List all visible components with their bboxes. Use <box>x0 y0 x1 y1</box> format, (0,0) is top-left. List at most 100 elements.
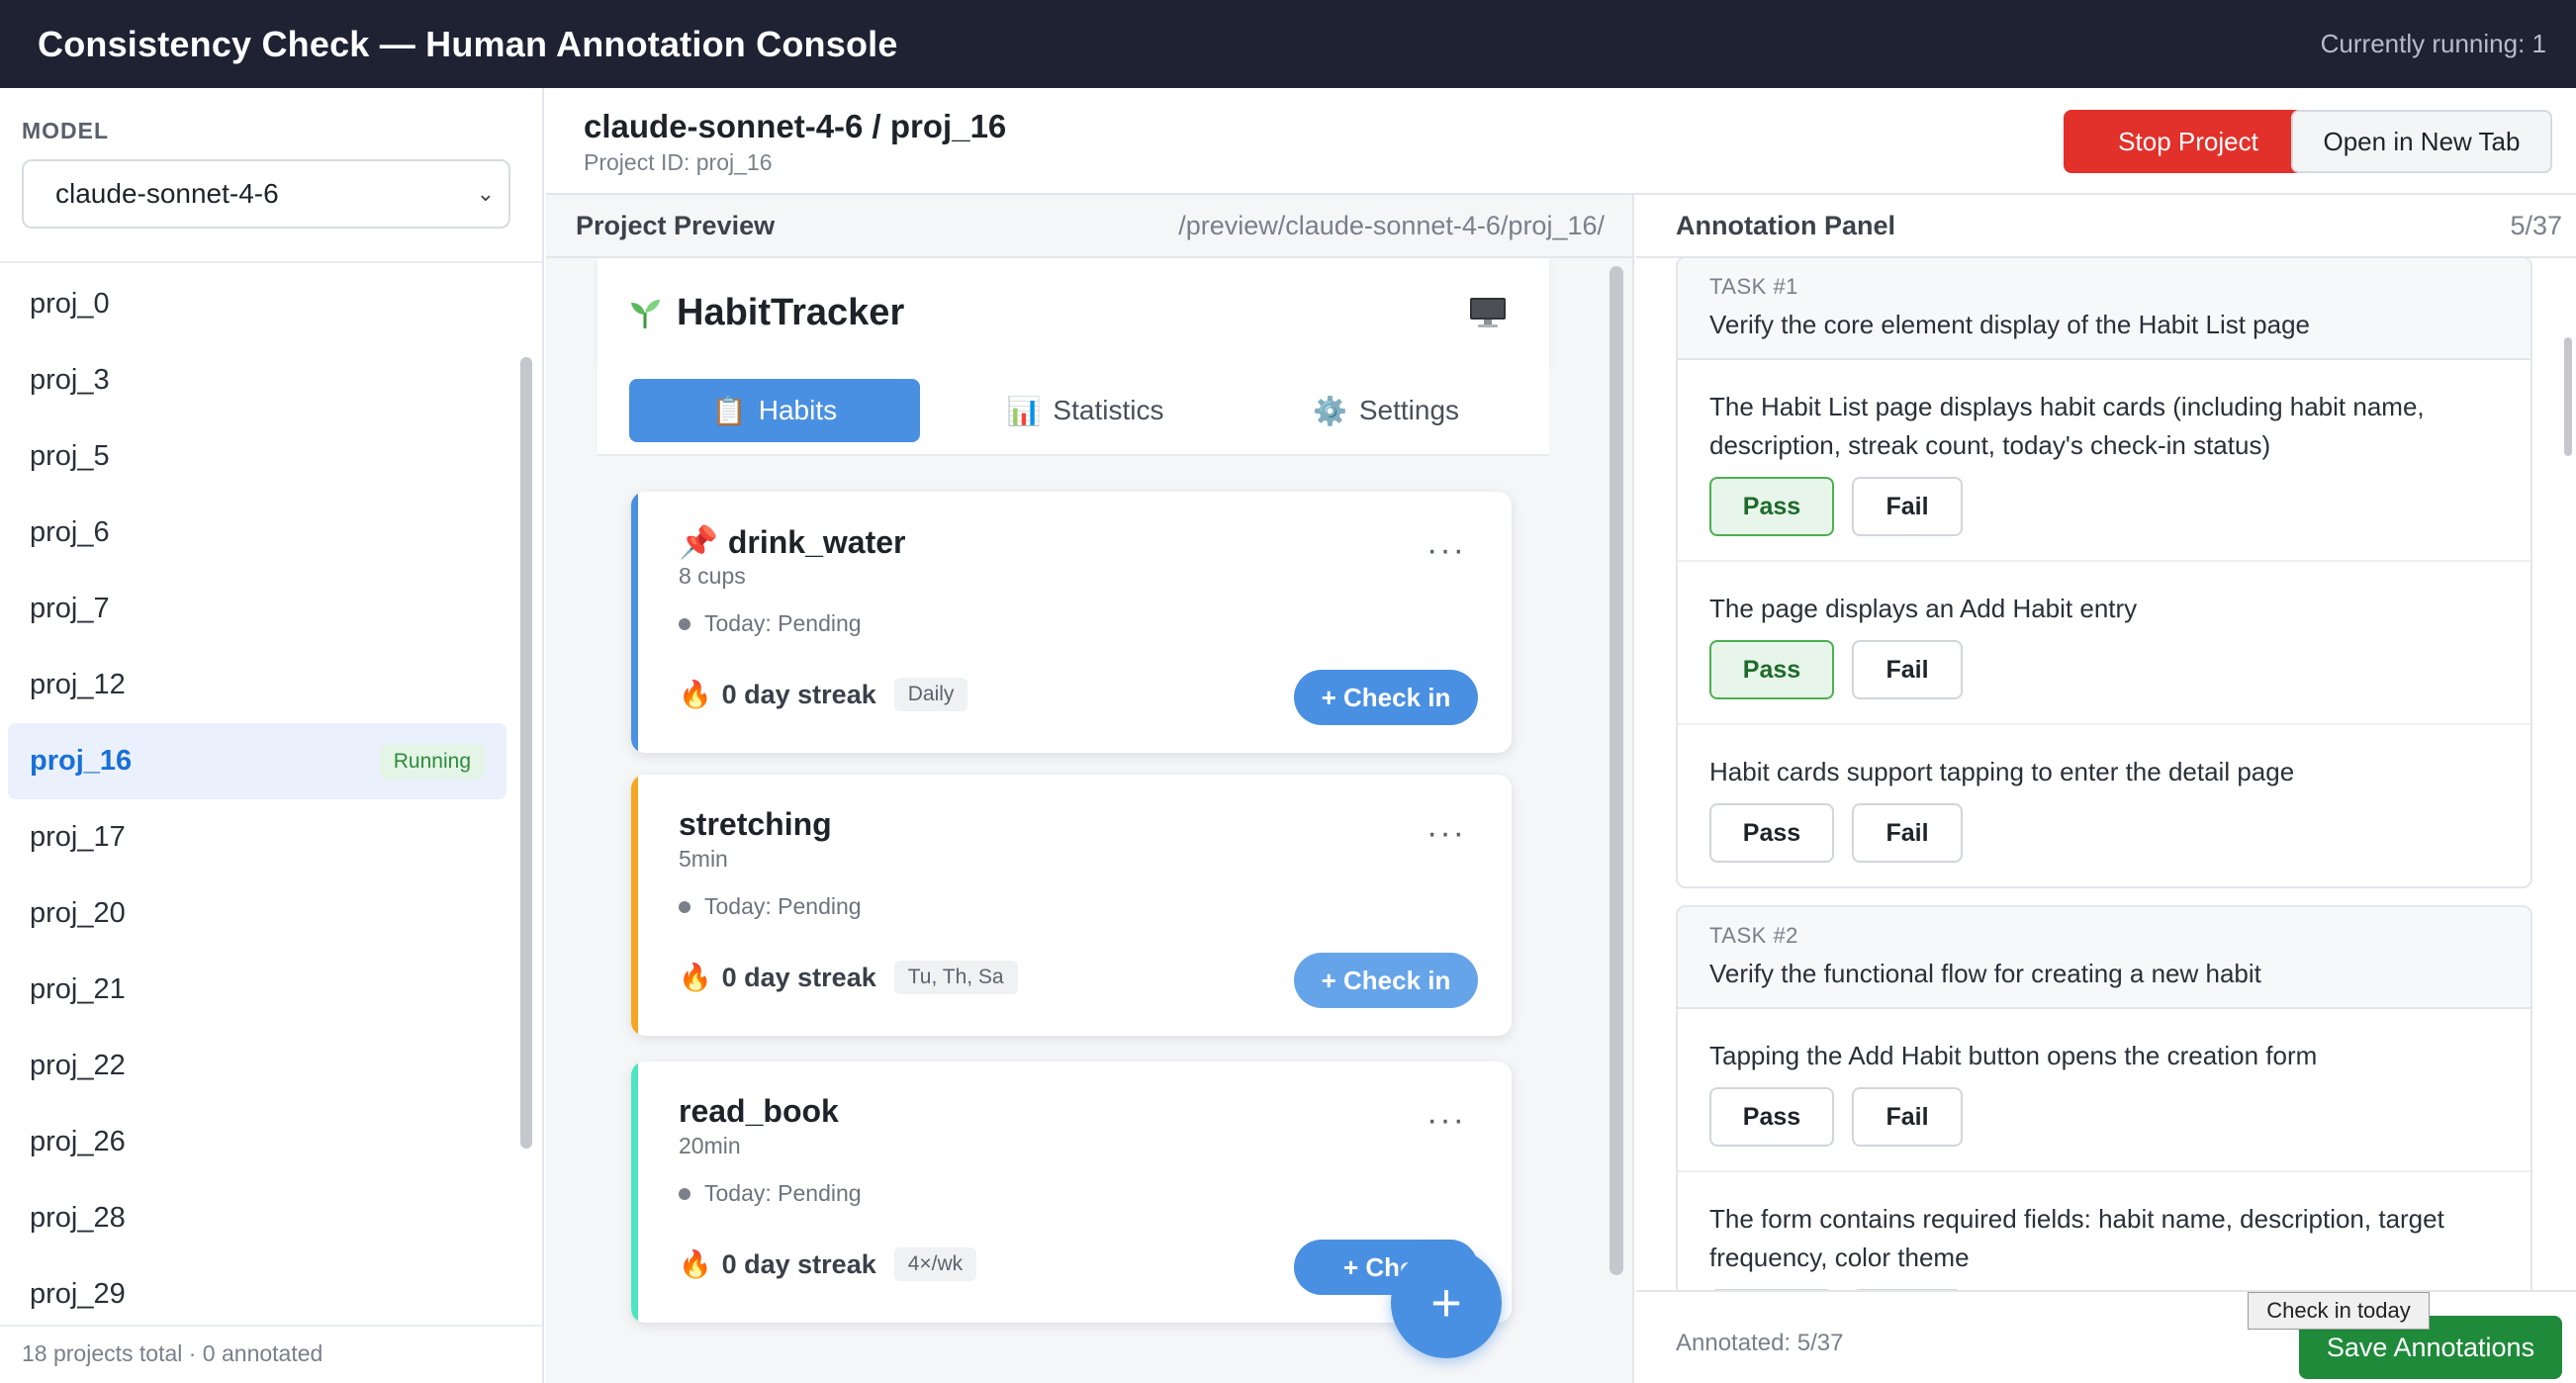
criterion-text: Tapping the Add Habit button opens the c… <box>1709 1041 2318 1070</box>
habit-card[interactable]: read_book 20min Today: Pending 🔥 0 day st… <box>631 1061 1512 1323</box>
more-options-icon[interactable]: ··· <box>1426 1101 1466 1140</box>
tooltip: Check in today <box>2248 1292 2430 1330</box>
habit-description: 20min <box>679 1133 741 1158</box>
more-options-icon[interactable]: ··· <box>1426 814 1466 853</box>
project-list: proj_0 proj_3 proj_5 proj_6 proj_7 proj_… <box>0 266 514 1323</box>
task-title: Verify the core element display of the H… <box>1709 310 2311 339</box>
sprout-icon <box>631 300 660 328</box>
status-dot-icon <box>679 617 690 630</box>
project-item-active[interactable]: proj_16 Running <box>8 723 506 799</box>
sidebar-footer: 18 projects total · 0 annotated <box>0 1325 542 1383</box>
project-item[interactable]: proj_0 <box>8 266 506 342</box>
card-accent-bar <box>631 775 638 1036</box>
app-title: Consistency Check — Human Annotation Con… <box>38 23 898 64</box>
pushpin-icon: 📌 <box>679 524 718 560</box>
project-item[interactable]: proj_22 <box>8 1028 506 1104</box>
task-title: Verify the functional flow for creating … <box>1709 959 2261 988</box>
pass-button[interactable]: Pass <box>1709 1087 1834 1147</box>
habit-app-header: HabitTracker <box>598 258 1549 367</box>
project-item[interactable]: proj_20 <box>8 876 506 952</box>
status-dot-icon <box>679 900 690 913</box>
project-item[interactable]: proj_28 <box>8 1180 506 1256</box>
fire-icon: 🔥 <box>679 963 712 992</box>
habit-streak: 0 day streak <box>721 679 876 709</box>
annotation-panel: Annotation Panel 5/37 TASK #1 Verify the… <box>1636 195 2576 1383</box>
habit-streak: 0 day streak <box>721 962 876 992</box>
preview-frame: HabitTracker 📋 Habits 📊 Statistics ⚙️ Se… <box>546 256 1634 1383</box>
project-item[interactable]: proj_29 <box>8 1256 506 1323</box>
criterion-text: The page displays an Add Habit entry <box>1709 594 2138 623</box>
project-item[interactable]: proj_26 <box>8 1104 506 1180</box>
project-item[interactable]: proj_6 <box>8 495 506 571</box>
running-status: Currently running: 1 <box>2320 29 2546 58</box>
criterion: Tapping the Add Habit button opens the c… <box>1678 1009 2530 1172</box>
check-in-button[interactable]: + Check in <box>1294 670 1478 725</box>
model-select[interactable]: claude-sonnet-4-6 ⌄ <box>22 159 510 229</box>
gear-icon: ⚙️ <box>1312 395 1347 426</box>
annotation-header: Annotation Panel 5/37 <box>1636 195 2576 256</box>
project-id: Project ID: proj_16 <box>584 149 773 175</box>
criterion-text: The Habit List page displays habit cards… <box>1709 392 2425 460</box>
project-item[interactable]: proj_12 <box>8 647 506 723</box>
scrollbar-thumb[interactable] <box>2564 337 2572 456</box>
project-item[interactable]: proj_17 <box>8 799 506 876</box>
pass-button[interactable]: Pass <box>1709 803 1834 863</box>
monitor-icon[interactable] <box>1468 296 1508 329</box>
divider <box>0 261 542 263</box>
model-label: MODEL <box>22 118 110 143</box>
open-new-tab-button[interactable]: Open in New Tab <box>2291 110 2552 173</box>
sidebar: MODEL claude-sonnet-4-6 ⌄ proj_0 proj_3 … <box>0 88 544 1383</box>
criterion: The Habit List page displays habit cards… <box>1678 360 2530 562</box>
sidebar-scrollbar[interactable] <box>520 266 532 1323</box>
habit-status: Today: Pending <box>704 1180 862 1206</box>
stop-project-button[interactable]: Stop Project <box>2064 110 2313 173</box>
habit-name: stretching <box>679 806 832 842</box>
chevron-down-icon: ⌄ <box>476 181 495 206</box>
scrollbar-thumb[interactable] <box>1610 266 1623 1275</box>
criterion: The page displays an Add Habit entry Pas… <box>1678 562 2530 725</box>
fail-button[interactable]: Fail <box>1852 803 1963 863</box>
criterion: The form contains required fields: habit… <box>1678 1172 2530 1290</box>
annotated-count: Annotated: 5/37 <box>1676 1330 1844 1356</box>
habit-name: read_book <box>679 1093 839 1129</box>
annotation-list: TASK #1 Verify the core element display … <box>1636 256 2576 1290</box>
clipboard-icon: 📋 <box>711 395 747 426</box>
frequency-badge: 4×/wk <box>893 1247 977 1281</box>
fail-button[interactable]: Fail <box>1852 477 1963 536</box>
bar-chart-icon: 📊 <box>1006 395 1042 426</box>
habit-app-logo: HabitTracker <box>627 292 904 334</box>
running-badge: Running <box>379 743 485 780</box>
tab-habits[interactable]: 📋 Habits <box>629 379 920 442</box>
criterion-text: Habit cards support tapping to enter the… <box>1709 757 2295 786</box>
habit-app-name: HabitTracker <box>677 291 905 333</box>
tab-settings[interactable]: ⚙️ Settings <box>1241 379 1531 442</box>
tab-statistics[interactable]: 📊 Statistics <box>940 379 1231 442</box>
habit-status: Today: Pending <box>704 610 862 636</box>
check-in-button[interactable]: + Check in <box>1294 953 1478 1008</box>
task-card: TASK #2 Verify the functional flow for c… <box>1676 905 2532 1290</box>
project-item[interactable]: proj_5 <box>8 418 506 495</box>
project-item[interactable]: proj_3 <box>8 342 506 418</box>
preview-scrollbar[interactable] <box>1610 262 1623 1281</box>
pass-button[interactable]: Pass <box>1709 640 1834 699</box>
annotation-scrollbar[interactable] <box>2564 337 2572 456</box>
preview-header: Project Preview /preview/claude-sonnet-4… <box>546 195 1634 256</box>
fail-button[interactable]: Fail <box>1852 640 1963 699</box>
habit-card[interactable]: 📌 drink_water 8 cups Today: Pending 🔥 0 d… <box>631 492 1512 753</box>
fail-button[interactable]: Fail <box>1852 1087 1963 1147</box>
pass-button[interactable]: Pass <box>1709 477 1834 536</box>
task-number: TASK #1 <box>1709 274 1798 299</box>
project-title: claude-sonnet-4-6 / proj_16 <box>584 108 1007 144</box>
add-habit-fab[interactable]: + <box>1391 1247 1502 1358</box>
project-item[interactable]: proj_21 <box>8 952 506 1028</box>
fire-icon: 🔥 <box>679 680 712 709</box>
project-item[interactable]: proj_7 <box>8 571 506 647</box>
card-accent-bar <box>631 1061 638 1323</box>
main-header: claude-sonnet-4-6 / proj_16 Project ID: … <box>546 88 2576 195</box>
more-options-icon[interactable]: ··· <box>1426 531 1466 570</box>
habit-card[interactable]: stretching 5min Today: Pending 🔥 0 day st… <box>631 775 1512 1036</box>
scrollbar-thumb[interactable] <box>520 357 532 1149</box>
preview-label: Project Preview <box>576 210 776 240</box>
project-preview: Project Preview /preview/claude-sonnet-4… <box>546 195 1634 1383</box>
annotation-footer: Annotated: 5/37 Save Annotations <box>1636 1290 2576 1383</box>
